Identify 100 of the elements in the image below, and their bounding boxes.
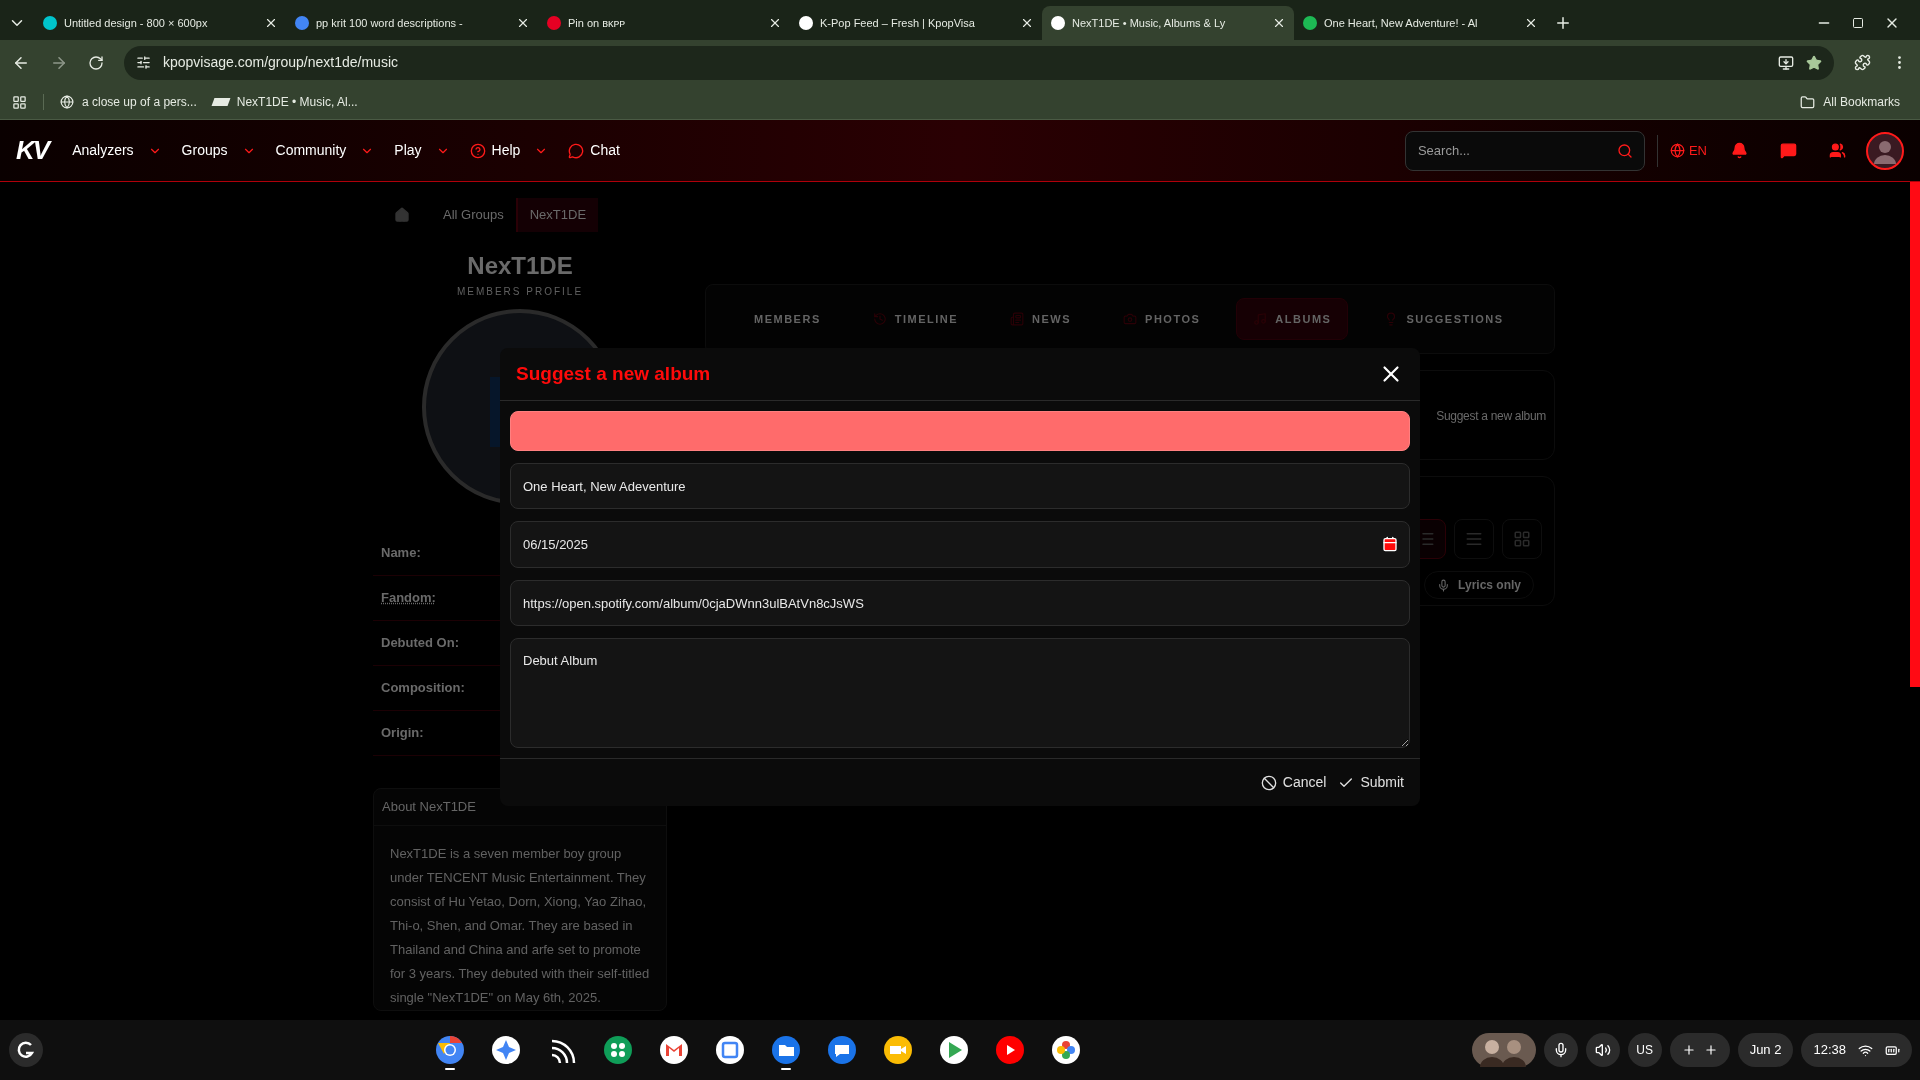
nav-item[interactable]: Community [275,140,375,161]
install-icon[interactable] [1778,54,1794,71]
photos-icon[interactable] [1050,1035,1081,1065]
suggest-album-link[interactable]: Suggest a new album [1436,407,1546,425]
calendar-icon[interactable] [1382,536,1398,552]
search-field[interactable]: Search... [1404,130,1645,171]
video-call-icon[interactable] [882,1035,913,1065]
browser-tab[interactable]: NexT1DE • Music, Albums & Ly [1042,6,1294,40]
close-icon[interactable] [516,16,530,30]
browser-icon[interactable] [434,1035,465,1065]
bookmark-star-icon[interactable] [1806,54,1822,71]
view-toggle-button[interactable] [1454,519,1494,559]
browser-tab[interactable]: Pin on ʙᴋᴘᴘ [538,6,790,40]
help-icon [469,142,486,159]
mic-button[interactable] [1543,1033,1578,1067]
cancel-icon [1260,774,1277,791]
keyboard-layout-button[interactable]: US [1627,1033,1662,1067]
tray-pill[interactable] [1669,1033,1730,1067]
avatar[interactable] [1866,131,1904,170]
view-toggle-button[interactable] [1502,519,1542,559]
apps-icon[interactable] [602,1035,633,1065]
favicon-icon [546,15,562,31]
favicon-icon [1302,15,1318,31]
close-icon[interactable] [1272,16,1286,30]
globe-icon [1669,143,1685,158]
extensions-icon[interactable] [1854,54,1871,71]
about-text: NexT1DE is a seven member boy group under TENCENT Music Entertainment. They consist of Hu Yetao, Dorn, Xiong, Yao Zihao, Thi-o, Shen, and Omar. They are based in Thailand and China and arfe set to promote for 3 years. They debuted with their self-titled single "NexT1DE" on May 6th, 2025. [389,844,651,1007]
scrollbar-thumb[interactable] [1910,182,1920,687]
browser-tab[interactable]: Untitled design - 800 × 600px [34,6,286,40]
nav-item[interactable]: Groups [181,140,256,161]
new-tab-icon[interactable] [1554,14,1572,32]
date-button[interactable]: Jun 2 [1737,1033,1794,1067]
tab-title: NexT1DE • Music, Albums & Ly [1072,15,1227,31]
description-field[interactable]: Debut Album [510,638,1410,748]
wifi-icon [1858,1042,1873,1058]
all-bookmarks-button[interactable]: All Bookmarks [1800,93,1908,111]
mail-icon[interactable] [658,1035,689,1065]
folder-icon [1800,94,1816,110]
tab-title: Untitled design - 800 × 600px [64,15,209,31]
message-icon[interactable] [1780,142,1797,159]
tab-title: pp krit 100 word descriptions - [316,15,464,31]
tab-icon [1010,312,1025,326]
favicon-icon [1050,15,1066,31]
nav-item[interactable]: Analyzers [72,140,162,161]
close-icon[interactable] [768,16,782,30]
speaker-icon [1594,1042,1611,1058]
field-label: Fandom: [381,589,436,608]
bookmark-item[interactable]: NexT1DE • Music, Al... [212,93,358,111]
folder-icon[interactable] [770,1035,801,1065]
breadcrumb-item[interactable]: NexT1DE [515,198,599,232]
site-logo-icon [211,98,231,106]
text-field[interactable]: https://open.spotify.com/album/0cjaDWnn3ulBAtVn8cJsWS [510,580,1410,626]
nav-item[interactable]: Help [469,140,549,161]
play-store-icon[interactable] [938,1035,969,1065]
site-logo[interactable]: KV [16,131,49,170]
field-label: Composition: [381,679,465,698]
notification-icon[interactable] [1731,142,1748,159]
field-label: Debuted On: [381,634,459,653]
plus-icon [1703,1043,1718,1057]
breadcrumb-item[interactable]: All Groups [431,198,516,232]
calendar-icon[interactable] [714,1035,745,1065]
launcher-icon[interactable] [8,1032,44,1068]
submit-button[interactable]: Submit [1338,772,1404,793]
close-icon[interactable] [264,16,278,30]
maximize-icon[interactable] [1852,17,1864,29]
list-icon [1465,530,1483,548]
friends-icon[interactable] [1829,142,1846,159]
search-icon[interactable] [1616,142,1633,159]
status-area[interactable]: 12:38 [1801,1033,1912,1067]
browser-tab[interactable]: pp krit 100 word descriptions - [286,6,538,40]
tab-icon [872,312,887,326]
site-info-icon[interactable] [136,55,151,70]
url-text: kpopvisage.com/group/next1de/music [163,53,399,72]
cancel-button[interactable]: Cancel [1260,772,1327,793]
close-icon[interactable] [1020,16,1034,30]
group-name: NexT1DE [467,252,573,280]
bookmark-item[interactable]: a close up of a pers... [60,93,197,111]
grid-icon [1513,530,1531,548]
nav-item[interactable]: Chat [568,140,620,161]
chat-bubble-icon [568,142,585,159]
video-icon[interactable] [994,1035,1025,1065]
browser-tab[interactable]: One Heart, New Adventure! - Al [1294,6,1546,40]
date-field[interactable]: 06/15/2025 [510,521,1410,568]
favicon-icon [42,15,58,31]
close-icon[interactable] [1524,16,1538,30]
text-field[interactable]: One Heart, New Adeventure [510,463,1410,509]
apps-icon[interactable] [12,94,27,110]
reload-icon[interactable] [88,54,104,71]
chat-icon[interactable] [826,1035,857,1065]
tab-title: Pin on ʙᴋᴘᴘ [568,15,627,31]
sparkle-icon[interactable] [490,1035,521,1065]
field-label: Name: [381,544,421,563]
nav-item[interactable]: Play [394,140,450,161]
language-button[interactable]: EN [1669,140,1707,161]
favicon-icon [294,15,310,31]
address-field[interactable]: kpopvisage.com/group/next1de/music [124,45,1834,80]
browser-tab[interactable]: K-Pop Feed – Fresh | KpopVisa [790,6,1042,40]
audio-button[interactable] [1585,1033,1620,1067]
field-label: Origin: [381,724,424,743]
dialog-title: Suggest a new album [516,361,711,386]
